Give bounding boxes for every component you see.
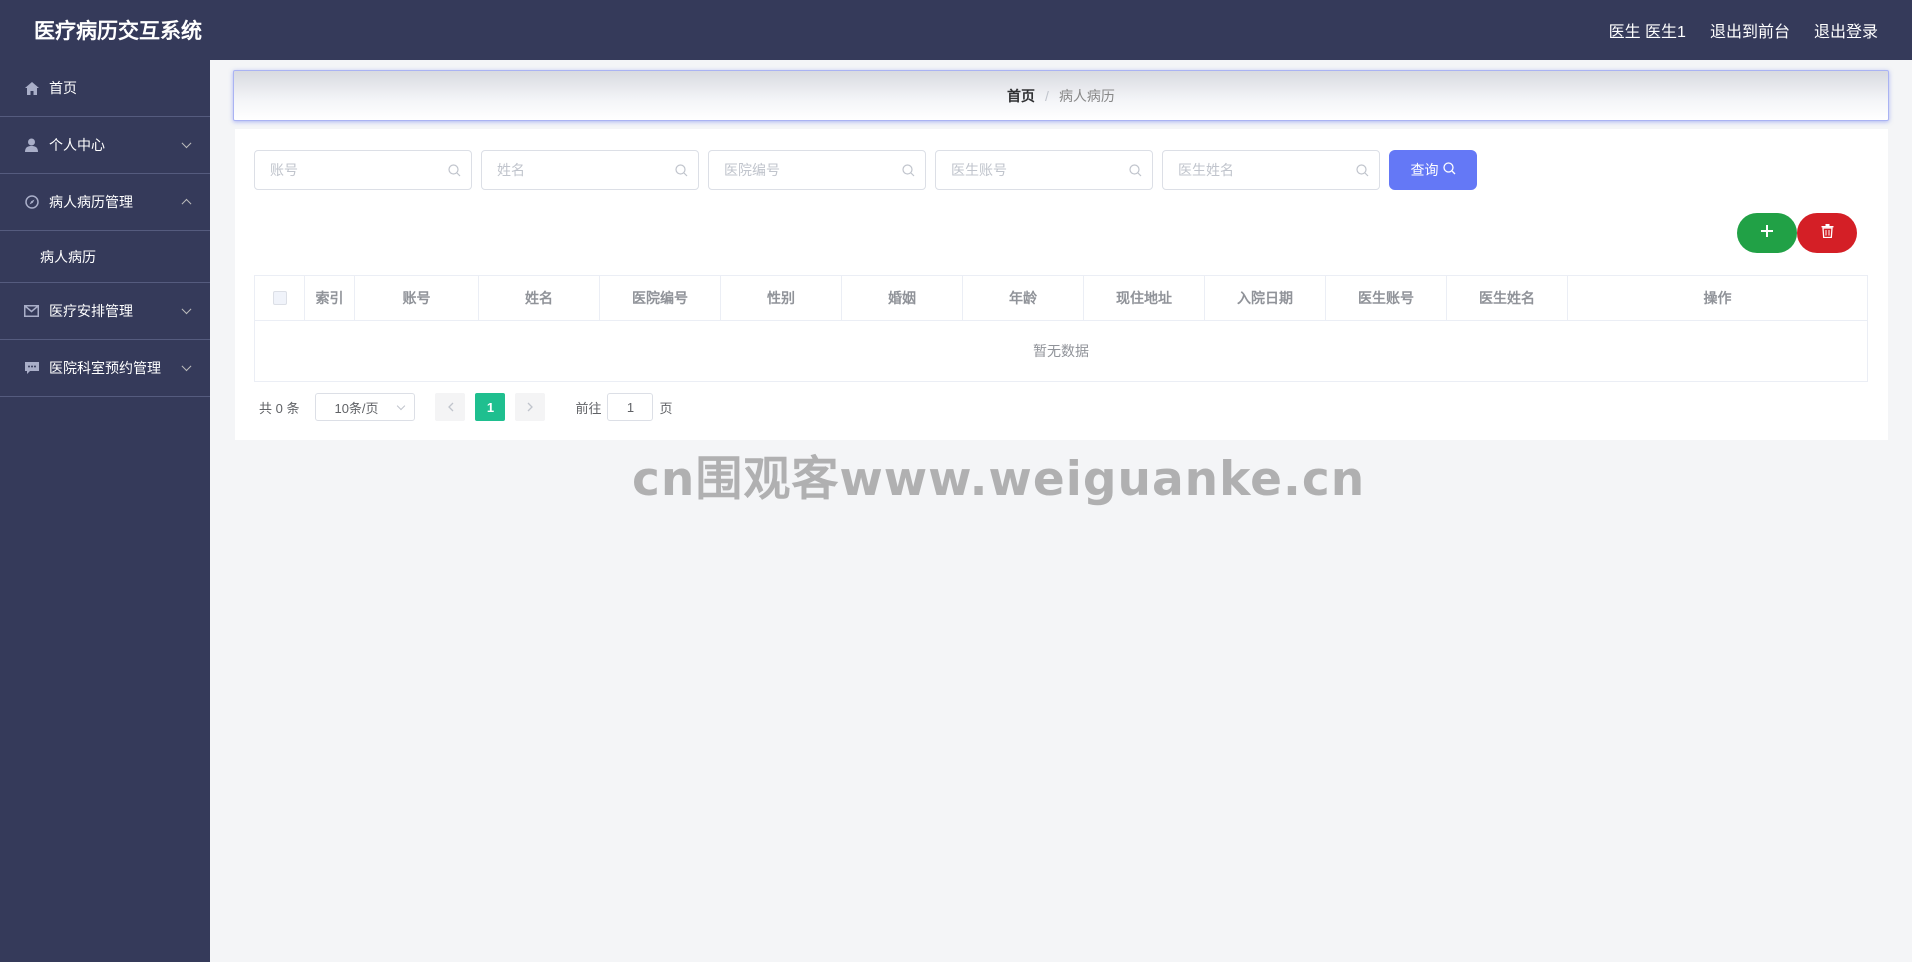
column-header: 医院编号 [600,276,721,320]
home-icon [24,81,39,96]
column-header: 索引 [305,276,355,320]
sidebar-item-label: 病人病历管理 [49,194,133,210]
delete-button[interactable] [1797,213,1857,253]
add-button[interactable] [1737,213,1797,253]
records-table: 索引 账号 姓名 医院编号 性别 婚姻 年龄 现住地址 入院日期 医生账号 医生… [254,275,1868,382]
sidebar-subitem-patient-records[interactable]: 病人病历 [0,231,210,283]
plus-icon [1760,224,1774,243]
prev-page-button[interactable] [435,393,466,421]
page-number-current[interactable]: 1 [475,393,506,421]
search-icon [1442,162,1456,178]
breadcrumb-separator: / [1045,87,1049,104]
sidebar-item-label: 首页 [49,80,77,96]
sidebar-item-label: 医疗安排管理 [49,303,133,319]
column-header: 医生账号 [1326,276,1447,320]
breadcrumb-home[interactable]: 首页 [1007,86,1035,106]
app-title: 医疗病历交互系统 [34,20,202,43]
sidebar-item-label: 个人中心 [49,137,105,153]
account-search-input[interactable] [255,151,471,189]
account-search-field [254,150,472,190]
jump-prefix: 前往 [575,400,602,416]
chevron-left-icon [447,399,454,415]
sidebar-item-personal-center[interactable]: 个人中心 [0,117,210,174]
breadcrumb-current: 病人病历 [1058,87,1115,104]
compass-icon [24,195,39,210]
watermark: cn围观客www.weiguanke.cn [632,452,1366,507]
column-header: 年龄 [963,276,1084,320]
chevron-down-icon [181,304,192,315]
name-search-input[interactable] [482,151,698,189]
select-all-cell [255,276,305,320]
column-header: 医生姓名 [1447,276,1568,320]
chevron-down-icon [181,138,192,149]
column-header: 现住地址 [1084,276,1205,320]
search-icon [448,164,461,182]
header-actions: 医生 医生1 退出到前台 退出登录 [1609,18,1878,42]
main-panel: 查询 索引 账号 姓名 医院编号 性别 婚姻 年龄 现住地址 入院日期 医生账号 [235,129,1888,440]
table-header: 索引 账号 姓名 医院编号 性别 婚姻 年龄 现住地址 入院日期 医生账号 医生… [255,276,1867,321]
column-header: 账号 [355,276,479,320]
column-header: 姓名 [479,276,600,320]
sidebar-subitem-label: 病人病历 [40,248,96,265]
column-header: 入院日期 [1205,276,1326,320]
pagination: 共 0 条 10条/页 1 前往 页 [259,393,673,421]
sidebar-item-patient-records-mgmt[interactable]: 病人病历管理 [0,174,210,231]
column-header: 操作 [1703,290,1732,306]
doctor-account-search-input[interactable] [936,151,1152,189]
user-icon [24,138,39,153]
mail-icon [24,304,39,319]
search-icon [1356,164,1369,182]
back-to-front-link[interactable]: 退出到前台 [1710,18,1790,42]
sidebar-item-department-appointment-mgmt[interactable]: 医院科室预约管理 [0,340,210,397]
jump-suffix: 页 [659,400,673,416]
chevron-down-icon [181,361,192,372]
doctor-account-search-field [935,150,1153,190]
chat-icon [24,361,39,376]
name-search-field [481,150,699,190]
column-header: 婚姻 [842,276,963,320]
chevron-down-icon [397,401,406,411]
next-page-button[interactable] [515,393,546,421]
jump-page-input[interactable] [608,399,653,415]
doctor-name-search-field [1162,150,1380,190]
chevron-right-icon [527,399,534,415]
breadcrumb: 首页 / 病人病历 [233,70,1889,121]
doctor-name-search-input[interactable] [1163,151,1379,189]
search-icon [1129,164,1142,182]
sidebar-item-label: 医院科室预约管理 [49,360,161,376]
logout-link[interactable]: 退出登录 [1814,18,1878,42]
hospital-no-search-input[interactable] [709,151,925,189]
sidebar: 首页 个人中心 病人病历管理 病人病历 医疗安排管理 医院科室预约管理 [0,60,210,962]
top-navbar: 医疗病历交互系统 医生 医生1 退出到前台 退出登录 [0,0,1912,60]
column-header: 性别 [721,276,842,320]
user-label[interactable]: 医生 医生1 [1609,18,1686,42]
search-icon [675,164,688,182]
sidebar-item-home[interactable]: 首页 [0,60,210,117]
sidebar-item-medical-arrangement-mgmt[interactable]: 医疗安排管理 [0,283,210,340]
pagination-total: 共 0 条 [259,400,300,416]
query-button-label: 查询 [1410,162,1439,178]
page-size-select[interactable]: 10条/页 [315,393,416,421]
query-button[interactable]: 查询 [1389,150,1477,190]
select-all-checkbox[interactable] [272,291,287,305]
page-size-value: 10条/页 [334,400,379,416]
hospital-no-search-field [708,150,926,190]
trash-icon [1821,223,1834,243]
chevron-up-icon [181,198,192,209]
empty-state: 暂无数据 [1033,343,1089,359]
search-icon [902,164,915,182]
jump-field [607,393,654,421]
